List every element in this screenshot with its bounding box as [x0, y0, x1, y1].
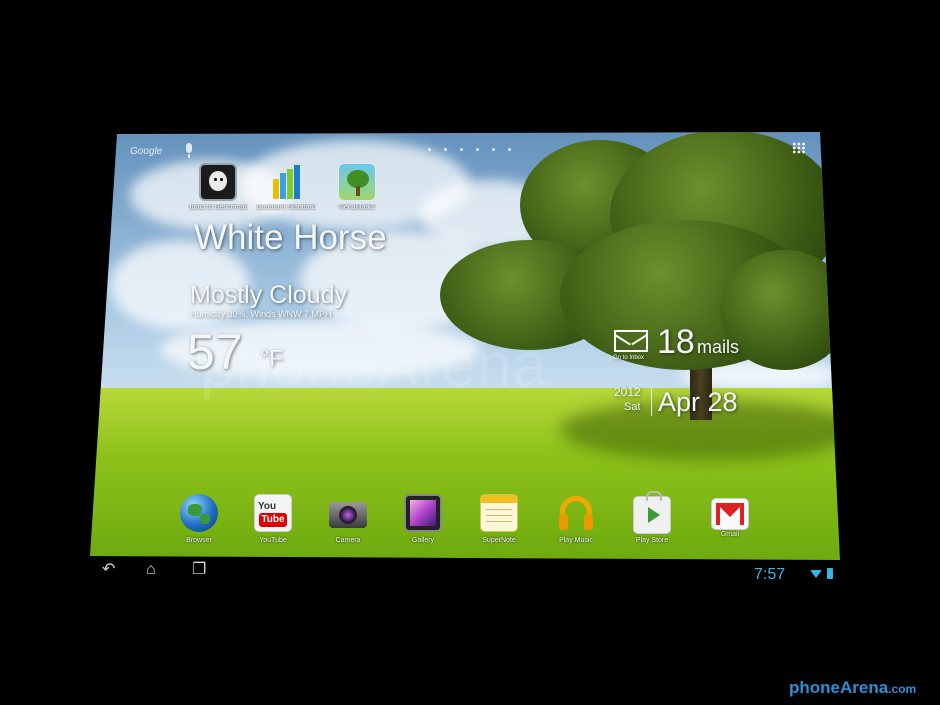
weather-details: Humidity 30%, Winds WNW 7 MPH — [190, 309, 332, 319]
date-day: Apr 28 — [658, 387, 738, 417]
date-year: 2012 — [614, 385, 641, 399]
mail-count: 18 — [657, 323, 695, 361]
gallery-icon — [404, 494, 442, 532]
dock-app-browser[interactable]: Browser — [163, 494, 235, 544]
mail-label: mails — [697, 337, 740, 357]
envelope-icon[interactable] — [614, 330, 648, 352]
dock-app-gallery[interactable]: Gallery — [387, 494, 459, 544]
home-icon[interactable]: ⌂ — [146, 562, 156, 578]
dock-app-play-store[interactable]: Play Store — [616, 491, 688, 544]
headphones-icon — [557, 494, 595, 532]
shopping-bag-icon — [633, 491, 671, 534]
gmail-icon — [711, 498, 749, 530]
phonearena-watermark: phoneArena.com — [789, 678, 917, 697]
date-divider — [651, 388, 652, 416]
dock-app-play-music[interactable]: Play Music — [540, 494, 612, 544]
tree-icon — [338, 163, 376, 201]
back-icon[interactable]: ↶ — [102, 562, 115, 578]
battery-icon — [827, 568, 833, 579]
dock-app-supernote[interactable]: SuperNote — [463, 494, 535, 544]
dock-app-gmail[interactable]: Gmail — [694, 494, 766, 538]
dock-app-camera[interactable]: Camera — [312, 494, 384, 544]
bar-chart-icon — [267, 163, 305, 201]
status-clock[interactable]: 7:57 — [754, 566, 785, 584]
recent-apps-icon[interactable]: ❐ — [192, 562, 206, 578]
app-nenamark2[interactable]: NenaMark2 — [327, 163, 387, 211]
notepad-icon — [480, 494, 518, 532]
weather-condition: Mostly Cloudy — [190, 281, 347, 309]
all-apps-icon[interactable] — [792, 142, 806, 154]
camera-icon — [329, 494, 367, 532]
weather-unit: °F — [260, 345, 284, 371]
microphone-icon[interactable] — [186, 143, 192, 158]
weather-city: White Horse — [194, 218, 387, 257]
weather-temperature: 57 — [187, 324, 243, 380]
app-quadrant-standard[interactable]: Quadrant Standard — [256, 163, 316, 211]
wifi-icon — [810, 570, 822, 578]
globe-icon — [180, 494, 218, 532]
date-weekday: Sat — [624, 401, 641, 413]
dock-app-youtube[interactable]: You Tube YouTube — [237, 494, 309, 544]
youtube-icon: You Tube — [254, 494, 292, 532]
go-to-inbox-link[interactable]: Go to Inbox — [613, 355, 644, 361]
watermark-overlay: phoneArena — [200, 331, 548, 400]
google-search-button[interactable]: Google — [130, 146, 162, 157]
app-jump-to-benchmark[interactable]: Jump to Benchmark — [188, 163, 248, 211]
system-bar: ↶ ⌂ ❐ 7:57 — [88, 558, 848, 590]
benchmark-icon — [199, 163, 237, 201]
